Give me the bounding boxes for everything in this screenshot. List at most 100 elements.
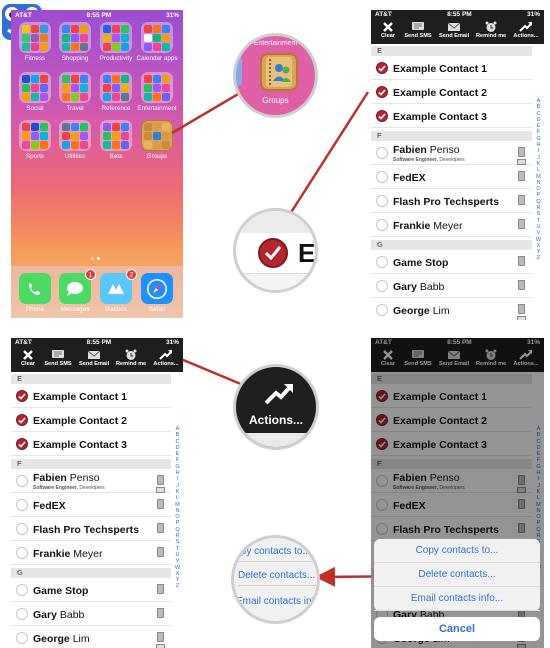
toolbar-button-label: Clear bbox=[381, 33, 395, 39]
selected-checkmark-icon[interactable] bbox=[16, 390, 28, 402]
groups-app-icon[interactable] bbox=[260, 53, 298, 91]
unchecked-circle-icon[interactable] bbox=[376, 304, 388, 316]
email-icon bbox=[156, 487, 165, 493]
contact-row[interactable]: Example Contact 2 bbox=[371, 81, 532, 104]
toolbar-button-label: Remind me bbox=[116, 361, 147, 367]
zoom-share-arrow-icon bbox=[264, 381, 294, 410]
zoom-letter-e: E bbox=[298, 238, 316, 268]
contact-name: Example Contact 1 bbox=[393, 63, 487, 75]
section-header: F bbox=[371, 131, 532, 141]
action-sheet-item[interactable]: Email contacts info... bbox=[374, 587, 540, 611]
contact-row[interactable]: Gary Babb bbox=[11, 603, 171, 626]
contacts-screen-selected: AT&T 8:55 PM 31% Clear Send SMS Send Email Rem… bbox=[371, 10, 544, 320]
contact-row[interactable]: Gary Babb bbox=[371, 275, 532, 298]
contact-row[interactable]: Example Contact 3 bbox=[371, 105, 532, 128]
selected-checkmark-icon[interactable] bbox=[376, 86, 388, 98]
contact-name: Gary Babb bbox=[33, 609, 85, 621]
action-sheet-item[interactable]: Copy contacts to... bbox=[374, 539, 540, 563]
toolbar-clear-button[interactable]: Clear bbox=[13, 348, 43, 372]
unchecked-circle-icon[interactable] bbox=[16, 475, 28, 487]
contact-name: Frankie Meyer bbox=[33, 548, 103, 560]
contact-row[interactable]: Frankie Meyer bbox=[371, 214, 532, 237]
contact-row[interactable]: Example Contact 3 bbox=[11, 433, 171, 456]
contact-row[interactable]: George Lim bbox=[11, 627, 171, 648]
sms-icon bbox=[403, 20, 433, 33]
toolbar-clear-button[interactable]: Clear bbox=[373, 20, 403, 44]
toolbar-send-email-button[interactable]: Send Email bbox=[79, 348, 109, 372]
contact-row[interactable]: Flash Pro Techsperts bbox=[11, 518, 171, 541]
phone-icon bbox=[157, 475, 164, 485]
unchecked-circle-icon[interactable] bbox=[376, 147, 388, 159]
battery-label: 31% bbox=[526, 11, 540, 18]
toolbar-send-email-button[interactable]: Send Email bbox=[439, 20, 469, 44]
action-sheet-item[interactable]: Delete contacts... bbox=[374, 563, 540, 587]
contact-row[interactable]: Fabien Penso Software Engineer, Developer… bbox=[11, 470, 171, 493]
toolbar-actions-button[interactable]: Actions... bbox=[511, 20, 541, 44]
contact-row[interactable]: FedEX bbox=[11, 494, 171, 517]
zoom-email-item: Email contacts info... bbox=[236, 596, 320, 607]
contact-row[interactable]: FedEX bbox=[371, 166, 532, 189]
selected-checkmark-icon[interactable] bbox=[16, 438, 28, 450]
index-letter[interactable]: Z bbox=[535, 255, 542, 261]
unchecked-circle-icon[interactable] bbox=[376, 195, 388, 207]
unchecked-circle-icon[interactable] bbox=[16, 608, 28, 620]
carrier-label: AT&T bbox=[15, 339, 32, 346]
unchecked-circle-icon[interactable] bbox=[376, 171, 388, 183]
selected-checkmark-icon[interactable] bbox=[376, 62, 388, 74]
cancel-button[interactable]: Cancel bbox=[374, 617, 540, 641]
toolbar-button-label: Send SMS bbox=[404, 33, 432, 39]
index-letter[interactable]: W bbox=[535, 237, 542, 243]
unchecked-circle-icon[interactable] bbox=[16, 632, 28, 644]
alphabet-index[interactable]: ABCDEFGHIJKLMNOPQRSTUVWXYZ bbox=[535, 98, 542, 262]
contact-name: Flash Pro Techsperts bbox=[393, 196, 500, 208]
share-arrow-icon bbox=[151, 348, 181, 361]
selected-checkmark-icon[interactable] bbox=[376, 110, 388, 122]
contact-row[interactable]: Fabien Penso Software Engineer, Developer… bbox=[371, 142, 532, 165]
contact-name: FedEX bbox=[393, 172, 426, 184]
contact-row[interactable]: Frankie Meyer bbox=[11, 542, 171, 565]
unchecked-circle-icon[interactable] bbox=[16, 547, 28, 559]
section-header: G bbox=[11, 568, 171, 578]
email-icon bbox=[517, 316, 526, 320]
contact-name: Example Contact 2 bbox=[33, 415, 127, 427]
contact-row[interactable]: Example Contact 1 bbox=[371, 57, 532, 80]
index-letter[interactable]: M bbox=[535, 174, 542, 180]
envelope-icon bbox=[79, 348, 109, 361]
toolbar-send-sms-button[interactable]: Send SMS bbox=[43, 348, 73, 372]
unchecked-circle-icon[interactable] bbox=[16, 523, 28, 535]
phone-icon bbox=[518, 219, 525, 229]
toolbar-remind-me-button[interactable]: Remind me bbox=[476, 20, 506, 44]
unchecked-circle-icon[interactable] bbox=[16, 584, 28, 596]
unchecked-circle-icon[interactable] bbox=[16, 499, 28, 511]
selected-checkmark-icon[interactable] bbox=[16, 414, 28, 426]
contact-row[interactable]: George Lim bbox=[371, 299, 532, 320]
contact-name: FedEX bbox=[33, 500, 66, 512]
section-header: E bbox=[11, 374, 171, 384]
toolbar-button-label: Actions... bbox=[153, 361, 179, 367]
toolbar-remind-me-button[interactable]: Remind me bbox=[116, 348, 146, 372]
contact-row[interactable]: Example Contact 1 bbox=[11, 385, 171, 408]
x-icon bbox=[13, 348, 43, 361]
contact-row[interactable]: Flash Pro Techsperts bbox=[371, 190, 532, 213]
index-letter[interactable]: M bbox=[174, 502, 181, 508]
zoom-groups-label: Groups bbox=[262, 96, 289, 105]
toolbar-send-sms-button[interactable]: Send SMS bbox=[403, 20, 433, 44]
phone-icon bbox=[518, 195, 525, 205]
phone-icon bbox=[518, 171, 525, 181]
contact-row[interactable]: Game Stop bbox=[11, 579, 171, 602]
phone-icon bbox=[157, 523, 164, 533]
zoom-copy-item: Copy contacts to... bbox=[234, 546, 317, 562]
unchecked-circle-icon[interactable] bbox=[376, 280, 388, 292]
contact-row[interactable]: Game Stop bbox=[371, 251, 532, 274]
phone-icon bbox=[157, 584, 164, 594]
index-letter[interactable]: Z bbox=[174, 583, 181, 589]
email-icon bbox=[517, 159, 526, 165]
unchecked-circle-icon[interactable] bbox=[376, 256, 388, 268]
contact-row[interactable]: Example Contact 2 bbox=[11, 409, 171, 432]
alphabet-index[interactable]: ABCDEFGHIJKLMNOPQRSTUVWXYZ bbox=[174, 426, 181, 590]
toolbar-actions-button[interactable]: Actions... bbox=[151, 348, 181, 372]
index-letter[interactable]: W bbox=[174, 565, 181, 571]
alarm-clock-icon bbox=[116, 348, 146, 361]
phone-icon bbox=[518, 147, 525, 157]
unchecked-circle-icon[interactable] bbox=[376, 219, 388, 231]
